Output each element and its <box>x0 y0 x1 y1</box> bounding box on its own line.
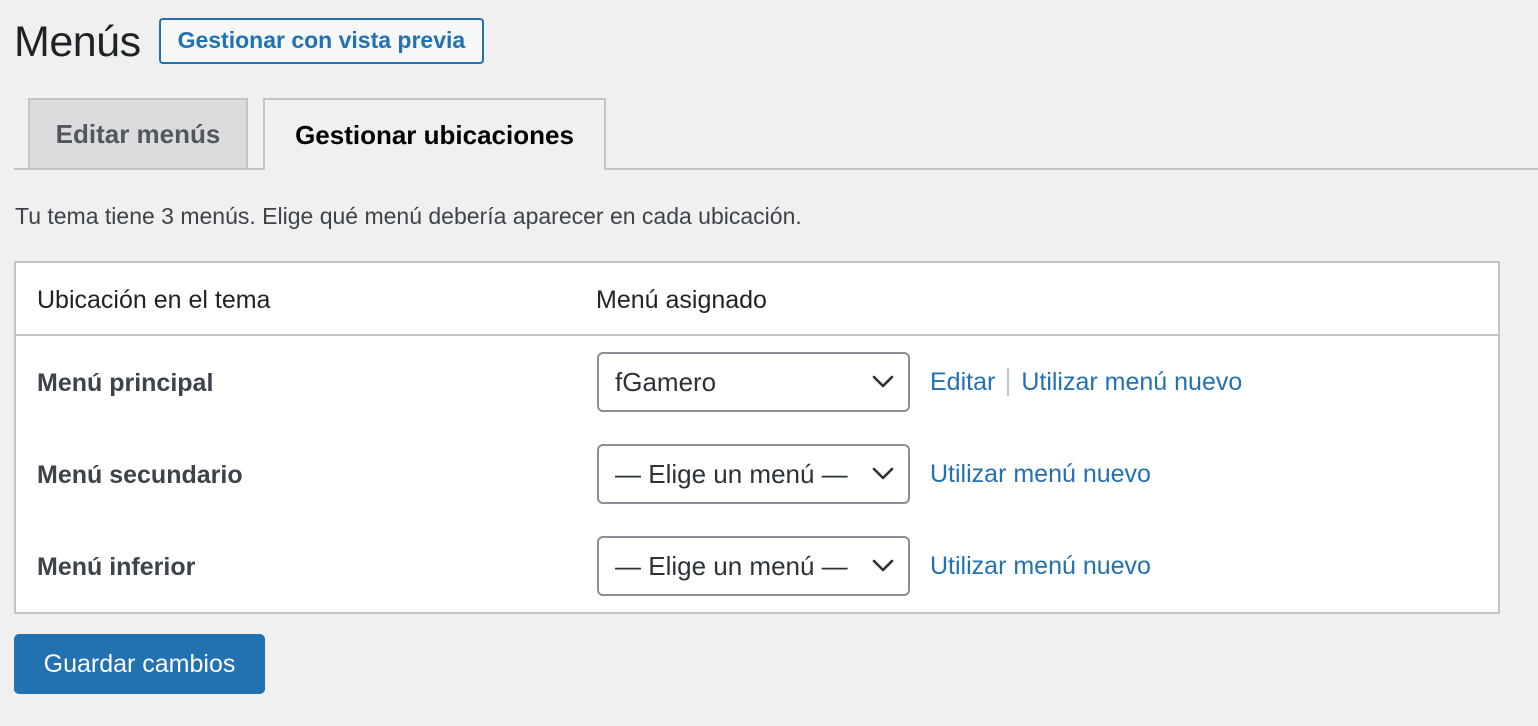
chevron-down-icon <box>872 559 894 572</box>
select-value: — Elige un menú — <box>615 551 848 581</box>
menu-select-primary[interactable]: fGamero <box>597 352 910 412</box>
link-separator <box>1007 368 1010 396</box>
column-header-assigned-menu: Menú asignado <box>596 286 767 314</box>
table-row: Menú secundario — Elige un menú — Utiliz… <box>16 444 1498 504</box>
select-value: — Elige un menú — <box>615 459 848 489</box>
menu-select-secondary[interactable]: — Elige un menú — <box>597 444 910 504</box>
location-label-secondary: Menú secundario <box>37 461 243 489</box>
row-actions: Utilizar menú nuevo <box>930 550 1151 582</box>
page-header: Menús Gestionar con vista previa <box>14 14 485 70</box>
table-row: Menú principal fGamero Editar Utilizar m… <box>16 352 1498 412</box>
page-title: Menús <box>14 18 141 66</box>
use-new-menu-link[interactable]: Utilizar menú nuevo <box>930 458 1151 490</box>
manage-with-preview-button[interactable]: Gestionar con vista previa <box>158 17 485 64</box>
nav-tabs: Editar menús Gestionar ubicaciones <box>14 98 1538 170</box>
tab-manage-locations[interactable]: Gestionar ubicaciones <box>263 98 606 170</box>
row-actions: Editar Utilizar menú nuevo <box>930 366 1242 398</box>
chevron-down-icon <box>872 375 894 388</box>
location-label-footer: Menú inferior <box>37 553 196 581</box>
use-new-menu-link[interactable]: Utilizar menú nuevo <box>930 550 1151 582</box>
use-new-menu-link[interactable]: Utilizar menú nuevo <box>1021 366 1242 398</box>
menu-select-footer[interactable]: — Elige un menú — <box>597 536 910 596</box>
edit-menu-link[interactable]: Editar <box>930 366 995 398</box>
table-row: Menú inferior — Elige un menú — Utilizar… <box>16 536 1498 596</box>
save-changes-button[interactable]: Guardar cambios <box>14 634 265 694</box>
column-header-location: Ubicación en el tema <box>37 286 271 314</box>
location-label-primary: Menú principal <box>37 369 214 397</box>
menu-locations-table: Ubicación en el tema Menú asignado Menú … <box>14 261 1500 614</box>
tab-edit-menus[interactable]: Editar menús <box>28 98 248 168</box>
select-value: fGamero <box>615 367 717 397</box>
locations-description: Tu tema tiene 3 menús. Elige qué menú de… <box>15 203 802 229</box>
row-actions: Utilizar menú nuevo <box>930 458 1151 490</box>
table-header: Ubicación en el tema Menú asignado <box>16 263 1498 336</box>
chevron-down-icon <box>872 467 894 480</box>
